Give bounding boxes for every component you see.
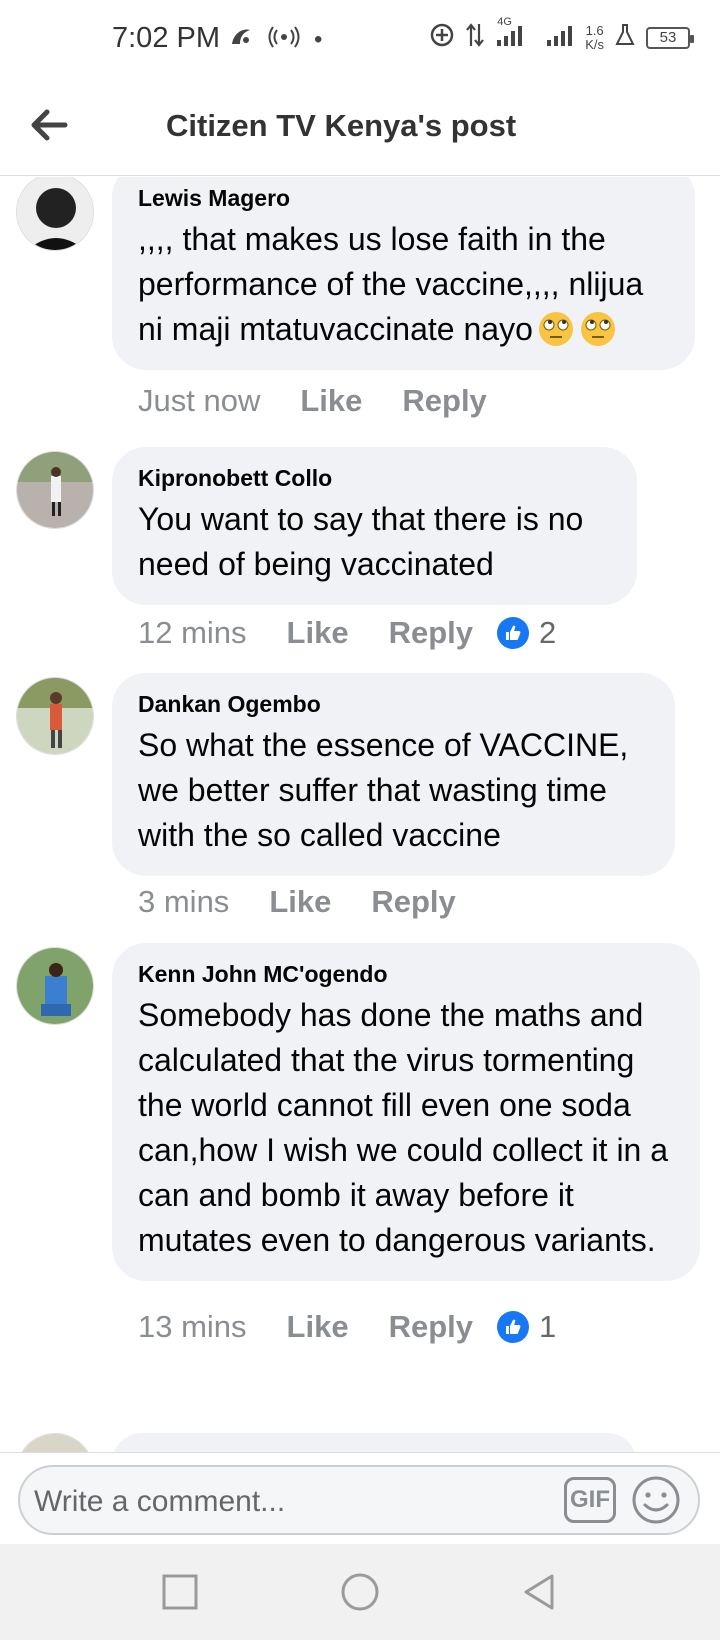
status-time: 7:02 PM xyxy=(112,22,220,54)
signal-4g-icon: 4G xyxy=(495,16,535,53)
comment-actions: 12 mins Like Reply 2 xyxy=(138,615,556,651)
like-button[interactable]: Like xyxy=(269,884,331,920)
reply-button[interactable]: Reply xyxy=(389,1309,473,1345)
comments-list[interactable]: Lewis Magero ,,,, that makes us lose fai… xyxy=(0,177,720,1452)
eye-roll-emoji-icon xyxy=(579,310,617,348)
system-navigation-bar xyxy=(0,1544,720,1640)
back-triangle-icon[interactable] xyxy=(518,1570,562,1614)
app-notification-icon xyxy=(228,24,254,55)
status-dot: • xyxy=(314,25,323,53)
comment-actions: 3 mins Like Reply xyxy=(138,884,496,920)
reply-button[interactable]: Reply xyxy=(389,615,473,651)
post-header: Citizen TV Kenya's post xyxy=(0,80,720,176)
reaction-count[interactable]: 1 xyxy=(497,1309,556,1345)
comment-text: Somebody has done the maths and calculat… xyxy=(138,997,669,1258)
comment-time[interactable]: Just now xyxy=(138,383,260,419)
comment-placeholder: Write a comment... xyxy=(34,1485,286,1518)
like-button[interactable]: Like xyxy=(287,615,349,651)
thumbs-up-icon xyxy=(497,1311,529,1343)
recents-square-icon[interactable] xyxy=(158,1570,202,1614)
page-title: Citizen TV Kenya's post xyxy=(166,108,517,143)
comment-actions: Just now Like Reply xyxy=(138,383,527,419)
hotspot-icon xyxy=(268,26,300,53)
home-circle-icon[interactable] xyxy=(338,1570,382,1614)
comment-bubble[interactable]: Kipronobett Collo You want to say that t… xyxy=(112,447,637,605)
gif-button[interactable]: GIF xyxy=(564,1477,616,1523)
comment-bubble[interactable]: Lewis Magero ,,,, that makes us lose fai… xyxy=(112,177,695,370)
like-button[interactable]: Like xyxy=(287,1309,349,1345)
comment-time[interactable]: 3 mins xyxy=(138,884,229,920)
data-transfer-icon xyxy=(465,22,485,53)
comment-composer: Write a comment... GIF xyxy=(0,1452,720,1544)
comment-bubble[interactable] xyxy=(112,1433,637,1452)
comment-actions: 13 mins Like Reply 1 xyxy=(138,1309,556,1345)
comment-author[interactable]: Kenn John MC'ogendo xyxy=(138,957,674,991)
comment-text: You want to say that there is no need of… xyxy=(138,501,584,582)
flask-icon xyxy=(614,23,636,52)
battery-indicator: 53 xyxy=(646,26,694,49)
reply-button[interactable]: Reply xyxy=(402,383,486,419)
comment-bubble[interactable]: Kenn John MC'ogendo Somebody has done th… xyxy=(112,943,700,1281)
thumbs-up-icon xyxy=(497,617,529,649)
comment-author[interactable]: Lewis Magero xyxy=(138,181,669,215)
avatar[interactable] xyxy=(16,947,94,1025)
network-speed: 1.6 K/s xyxy=(585,22,604,52)
comment-author[interactable]: Kipronobett Collo xyxy=(138,461,611,495)
comment-bubble[interactable]: Dankan Ogembo So what the essence of VAC… xyxy=(112,673,675,876)
comment-time[interactable]: 13 mins xyxy=(138,1309,247,1345)
avatar[interactable] xyxy=(16,177,94,251)
comment-author[interactable]: Dankan Ogembo xyxy=(138,687,649,721)
data-saver-icon xyxy=(429,22,455,53)
reaction-count[interactable]: 2 xyxy=(497,615,556,651)
like-count: 2 xyxy=(539,615,557,650)
reply-button[interactable]: Reply xyxy=(371,884,455,920)
comment-text: So what the essence of VACCINE, we bette… xyxy=(138,727,629,853)
avatar[interactable] xyxy=(16,1433,94,1452)
emoji-picker-icon[interactable] xyxy=(630,1474,682,1526)
signal-icon xyxy=(545,22,575,53)
avatar[interactable] xyxy=(16,677,94,755)
back-button[interactable] xyxy=(24,102,74,152)
avatar[interactable] xyxy=(16,451,94,529)
comment-input[interactable]: Write a comment... GIF xyxy=(18,1465,700,1535)
eye-roll-emoji-icon xyxy=(537,310,575,348)
status-bar: 7:02 PM • 4G 1.6 K/s 53 xyxy=(0,0,720,80)
like-count: 1 xyxy=(539,1309,557,1344)
back-arrow-icon xyxy=(29,108,69,147)
like-button[interactable]: Like xyxy=(300,383,362,419)
comment-time[interactable]: 12 mins xyxy=(138,615,247,651)
